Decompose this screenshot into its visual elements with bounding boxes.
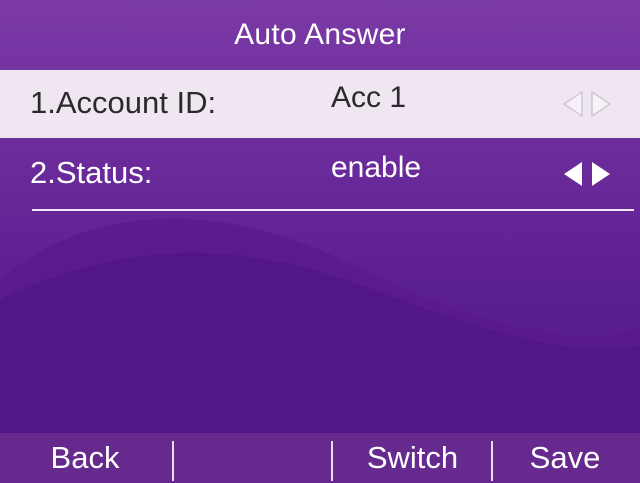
- back-softkey[interactable]: Back: [10, 433, 160, 483]
- setting-row-status[interactable]: 2.Status: enable: [0, 140, 640, 208]
- softkey-bar: Back Switch Save: [0, 433, 640, 483]
- setting-value: Acc 1: [331, 81, 407, 114]
- phone-screen: Auto Answer 1.Account ID: Acc 1 2.Status…: [0, 0, 640, 483]
- softkey-separator: [331, 441, 333, 481]
- softkey-separator: [172, 441, 174, 481]
- page-title: Auto Answer: [234, 18, 406, 51]
- title-bar: Auto Answer: [0, 0, 640, 70]
- setting-label: 2.Status:: [30, 155, 153, 190]
- left-right-arrows-icon[interactable]: [560, 159, 616, 189]
- setting-row-account-id[interactable]: 1.Account ID: Acc 1: [0, 70, 640, 138]
- softkey-separator: [491, 441, 493, 481]
- empty-softkey[interactable]: [180, 433, 330, 483]
- left-arrow-icon[interactable]: [560, 89, 586, 119]
- setting-value: enable: [331, 151, 422, 184]
- right-arrow-icon[interactable]: [588, 159, 614, 189]
- left-right-arrows-icon[interactable]: [560, 89, 616, 119]
- setting-label: 1.Account ID:: [30, 85, 217, 120]
- row-divider: [32, 209, 634, 211]
- save-softkey[interactable]: Save: [495, 433, 635, 483]
- left-arrow-icon[interactable]: [560, 159, 586, 189]
- switch-softkey[interactable]: Switch: [335, 433, 490, 483]
- right-arrow-icon[interactable]: [588, 89, 614, 119]
